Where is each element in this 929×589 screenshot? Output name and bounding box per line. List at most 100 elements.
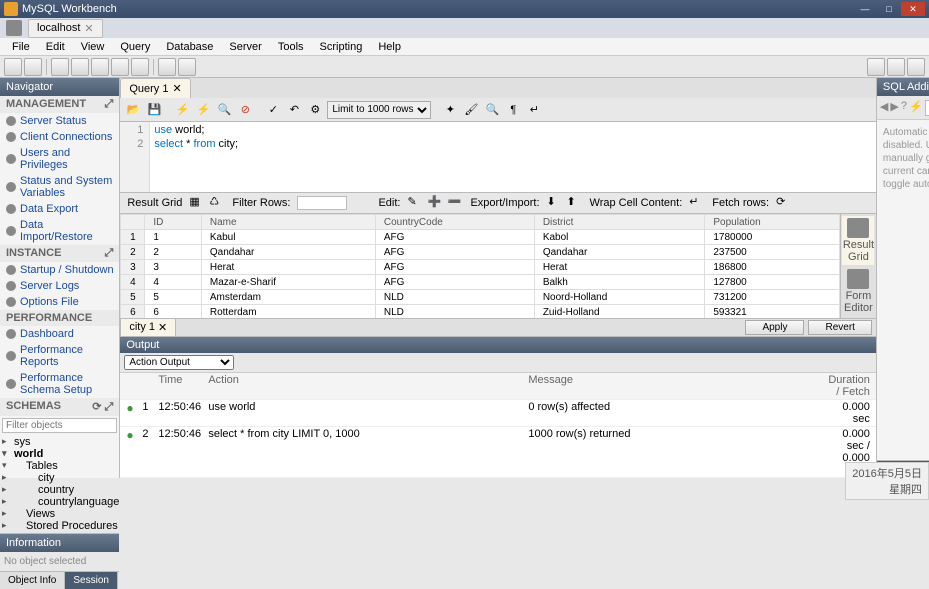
nav-data-import[interactable]: Data Import/Restore bbox=[0, 217, 119, 245]
edit-row-icon[interactable]: ✎ bbox=[407, 195, 423, 211]
nav-startup-shutdown[interactable]: Startup / Shutdown bbox=[0, 262, 119, 278]
execute-current-icon[interactable]: ⚡ bbox=[194, 101, 212, 119]
menu-scripting[interactable]: Scripting bbox=[312, 41, 371, 53]
tab-object-info[interactable]: Object Info bbox=[0, 572, 65, 589]
schema-filter-input[interactable] bbox=[2, 418, 117, 433]
table-row[interactable]: 33HeratAFGHerat186800 bbox=[121, 260, 840, 275]
output-row[interactable]: ●112:50:46use world0 row(s) affected0.00… bbox=[120, 400, 876, 427]
beautify-icon[interactable]: ✦ bbox=[441, 101, 459, 119]
back-icon[interactable]: ◀ bbox=[880, 100, 888, 116]
home-icon[interactable] bbox=[6, 20, 22, 36]
result-grid[interactable]: IDNameCountryCodeDistrictPopulation 11Ka… bbox=[120, 214, 840, 318]
tab-session[interactable]: Session bbox=[65, 572, 118, 589]
explain-icon[interactable]: 🔍 bbox=[215, 101, 233, 119]
brush-icon[interactable]: 🖌 bbox=[462, 101, 480, 119]
schema-sys[interactable]: sys bbox=[0, 436, 119, 448]
limit-select[interactable]: Limit to 1000 rows bbox=[327, 101, 431, 119]
commit-icon[interactable]: ✓ bbox=[264, 101, 282, 119]
invisible-icon[interactable]: ¶ bbox=[504, 101, 522, 119]
nav-data-export[interactable]: Data Export bbox=[0, 201, 119, 217]
column-header[interactable]: ID bbox=[145, 215, 202, 230]
new-sql-icon[interactable] bbox=[4, 58, 22, 76]
procedure-icon[interactable] bbox=[111, 58, 129, 76]
menu-query[interactable]: Query bbox=[112, 41, 158, 53]
menu-tools[interactable]: Tools bbox=[270, 41, 312, 53]
table-icon[interactable] bbox=[71, 58, 89, 76]
find-icon[interactable]: 🔍 bbox=[483, 101, 501, 119]
fetch-icon[interactable]: ⟳ bbox=[776, 195, 792, 211]
toggle-output-icon[interactable] bbox=[887, 58, 905, 76]
table-row[interactable]: 55AmsterdamNLDNoord-Holland731200 bbox=[121, 290, 840, 305]
auto-icon[interactable]: ⚡ bbox=[909, 100, 923, 116]
menu-help[interactable]: Help bbox=[370, 41, 409, 53]
result-grid-button[interactable]: Result Grid bbox=[842, 216, 874, 265]
maximize-button[interactable]: □ bbox=[877, 2, 901, 16]
apply-button[interactable]: Apply bbox=[745, 320, 804, 335]
search-icon[interactable] bbox=[158, 58, 176, 76]
nav-dashboard[interactable]: Dashboard bbox=[0, 326, 119, 342]
toggle-secondary-icon[interactable] bbox=[907, 58, 925, 76]
table-row[interactable]: 44Mazar-e-SharifAFGBalkh127800 bbox=[121, 275, 840, 290]
output-selector[interactable]: Action Output bbox=[124, 355, 234, 370]
menu-view[interactable]: View bbox=[73, 41, 113, 53]
wrap-cell-icon[interactable]: ↵ bbox=[689, 195, 705, 211]
menu-database[interactable]: Database bbox=[158, 41, 221, 53]
table-city[interactable]: city bbox=[0, 472, 119, 484]
column-header[interactable]: District bbox=[534, 215, 705, 230]
menu-file[interactable]: File bbox=[4, 41, 38, 53]
stored-proc-node[interactable]: Stored Procedures bbox=[0, 520, 119, 532]
minimize-button[interactable]: — bbox=[853, 2, 877, 16]
close-icon[interactable]: ✕ bbox=[158, 321, 167, 334]
close-icon[interactable]: ✕ bbox=[84, 22, 93, 35]
schema-world[interactable]: world bbox=[0, 448, 119, 460]
query-tab[interactable]: Query 1 ✕ bbox=[120, 78, 190, 98]
column-header[interactable]: CountryCode bbox=[375, 215, 534, 230]
save-file-icon[interactable]: 💾 bbox=[145, 101, 163, 119]
nav-users-privileges[interactable]: Users and Privileges bbox=[0, 145, 119, 173]
result-tab[interactable]: city 1✕ bbox=[120, 318, 176, 337]
import-icon[interactable]: ⬆ bbox=[567, 195, 583, 211]
connection-tab[interactable]: localhost ✕ bbox=[28, 19, 103, 38]
table-country[interactable]: country bbox=[0, 484, 119, 496]
forward-icon[interactable]: ▶ bbox=[890, 100, 898, 116]
tables-node[interactable]: Tables bbox=[0, 460, 119, 472]
jump-input[interactable] bbox=[925, 100, 929, 116]
export-icon[interactable]: ⬇ bbox=[547, 195, 563, 211]
nav-client-connections[interactable]: Client Connections bbox=[0, 129, 119, 145]
filter-icon[interactable]: ♺ bbox=[209, 195, 225, 211]
inspector-icon[interactable] bbox=[51, 58, 69, 76]
nav-perf-schema[interactable]: Performance Schema Setup bbox=[0, 370, 119, 398]
help-icon[interactable]: ? bbox=[901, 100, 907, 116]
autocommit-icon[interactable]: ⚙ bbox=[306, 101, 324, 119]
wrap-icon[interactable]: ↵ bbox=[525, 101, 543, 119]
reconnect-icon[interactable] bbox=[178, 58, 196, 76]
toggle-sidebar-icon[interactable] bbox=[867, 58, 885, 76]
close-button[interactable]: ✕ bbox=[901, 2, 925, 16]
delete-row-icon[interactable]: ➖ bbox=[447, 195, 463, 211]
output-row[interactable]: ●212:50:46select * from city LIMIT 0, 10… bbox=[120, 427, 876, 478]
nav-server-status[interactable]: Server Status bbox=[0, 113, 119, 129]
column-header[interactable]: Name bbox=[201, 215, 375, 230]
stop-icon[interactable]: ⊘ bbox=[236, 101, 254, 119]
sql-editor[interactable]: 1 2 use world; select * from city; bbox=[120, 122, 876, 192]
add-row-icon[interactable]: ➕ bbox=[427, 195, 443, 211]
view-icon[interactable] bbox=[91, 58, 109, 76]
menu-edit[interactable]: Edit bbox=[38, 41, 73, 53]
open-file-icon[interactable]: 📂 bbox=[124, 101, 142, 119]
nav-options-file[interactable]: Options File bbox=[0, 294, 119, 310]
rollback-icon[interactable]: ↶ bbox=[285, 101, 303, 119]
table-row[interactable]: 11KabulAFGKabol1780000 bbox=[121, 230, 840, 245]
execute-icon[interactable]: ⚡ bbox=[173, 101, 191, 119]
function-icon[interactable] bbox=[131, 58, 149, 76]
filter-input[interactable] bbox=[297, 196, 347, 210]
nav-server-logs[interactable]: Server Logs bbox=[0, 278, 119, 294]
column-header[interactable]: Population bbox=[705, 215, 840, 230]
table-row[interactable]: 66RotterdamNLDZuid-Holland593321 bbox=[121, 305, 840, 319]
revert-button[interactable]: Revert bbox=[808, 320, 871, 335]
open-sql-icon[interactable] bbox=[24, 58, 42, 76]
table-countrylanguage[interactable]: countrylanguage bbox=[0, 496, 119, 508]
nav-perf-reports[interactable]: Performance Reports bbox=[0, 342, 119, 370]
form-editor-button[interactable]: Form Editor bbox=[842, 267, 874, 316]
menu-server[interactable]: Server bbox=[221, 41, 269, 53]
grid-icon[interactable]: ▦ bbox=[189, 195, 205, 211]
